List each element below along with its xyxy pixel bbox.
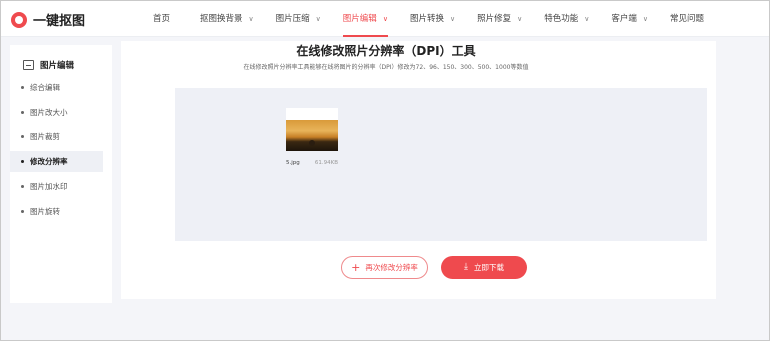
logo-icon <box>11 11 27 28</box>
file-card[interactable]: 5.jpg 61.94KB <box>286 108 338 166</box>
nav-item-compress[interactable]: 图片压缩 ∨ <box>276 1 321 37</box>
bullet-dot <box>21 111 24 114</box>
download-button[interactable]: ⤓ 立即下载 <box>441 256 527 279</box>
download-icon: ⤓ <box>464 262 468 272</box>
image-thumbnail <box>286 108 338 151</box>
chevron-down-icon: ∨ <box>584 15 590 23</box>
chevron-down-icon: ∨ <box>642 15 648 23</box>
nav-item-features[interactable]: 特色功能 ∨ <box>544 1 589 37</box>
sidebar-item-change-resolution[interactable]: 修改分辨率 <box>10 151 103 172</box>
sidebar-item-resize[interactable]: 图片改大小 <box>10 102 103 123</box>
file-size: 61.94KB <box>314 160 338 166</box>
sidebar-item-crop[interactable]: 图片裁剪 <box>10 126 103 147</box>
top-navigation-bar: 一键抠图 首页 抠图换背景 ∨ 图片压缩 ∨ 图片编辑 ∨ 图片转换 ∨ 照片修… <box>1 1 769 37</box>
logo[interactable]: 一键抠图 <box>11 10 85 29</box>
sidebar-item-general-edit[interactable]: 综合编辑 <box>10 77 103 98</box>
nav-label: 图片编辑 <box>342 14 377 24</box>
bullet-dot <box>21 210 24 213</box>
image-preview-area: 5.jpg 61.94KB <box>175 88 707 241</box>
sidebar-item-rotate[interactable]: 图片旋转 <box>10 201 103 222</box>
modify-again-label: 再次修改分辨率 <box>365 263 418 272</box>
nav-item-convert[interactable]: 图片转换 ∨ <box>410 1 455 37</box>
page-bottom <box>112 304 769 340</box>
chevron-down-icon: ∨ <box>248 15 254 23</box>
file-name: 5.jpg <box>286 160 300 166</box>
nav-label: 抠图换背景 <box>200 14 243 24</box>
page-title: 在线修改照片分辨率（DPI）工具 <box>296 44 476 58</box>
chevron-down-icon: ∨ <box>315 15 321 23</box>
sidebar-item-label: 图片裁剪 <box>30 132 60 141</box>
modify-again-button[interactable]: + 再次修改分辨率 <box>341 256 428 279</box>
nav-item-photo-repair[interactable]: 照片修复 ∨ <box>477 1 522 37</box>
nav-item-client[interactable]: 客户端 ∨ <box>611 1 648 37</box>
nav-item-faq[interactable]: 常见问题 <box>670 1 704 37</box>
sunset-thumbnail-image <box>286 120 338 151</box>
nav-label: 首页 <box>153 14 171 24</box>
sidebar-item-label: 图片改大小 <box>30 108 68 117</box>
chevron-down-icon: ∨ <box>382 15 388 23</box>
sidebar-item-label: 综合编辑 <box>30 83 60 92</box>
nav-label: 客户端 <box>611 14 637 24</box>
bullet-dot <box>21 160 24 163</box>
nav-item-home[interactable]: 首页 <box>153 1 170 37</box>
sidebar-item-label: 图片旋转 <box>30 207 60 216</box>
download-label: 立即下载 <box>473 263 504 272</box>
nav-label: 常见问题 <box>670 14 705 24</box>
chevron-down-icon: ∨ <box>517 15 523 23</box>
nav-label: 图片转换 <box>409 14 444 24</box>
file-meta: 5.jpg 61.94KB <box>286 160 338 166</box>
plus-icon: + <box>351 261 361 274</box>
sidebar-item-watermark[interactable]: 图片加水印 <box>10 176 103 197</box>
chevron-down-icon: ∨ <box>449 15 456 23</box>
nav-label: 特色功能 <box>544 14 579 24</box>
bullet-dot <box>21 86 24 89</box>
main-nav: 首页 抠图换背景 ∨ 图片压缩 ∨ 图片编辑 ∨ 图片转换 ∨ 照片修复 ∨ 特… <box>141 1 704 37</box>
nav-item-cutout-background[interactable]: 抠图换背景 ∨ <box>200 1 254 37</box>
nav-label: 照片修复 <box>477 14 512 24</box>
page-subtitle: 在线修改照片分辨率工具能够在线将图片的分辨率（DPI）修改为72、96、150、… <box>243 64 529 71</box>
logo-text: 一键抠图 <box>33 14 86 29</box>
bullet-dot <box>21 135 24 138</box>
nav-label: 图片压缩 <box>275 14 310 24</box>
bullet-dot <box>21 185 24 188</box>
nav-item-edit[interactable]: 图片编辑 ∨ <box>342 1 389 37</box>
tree-silhouette <box>309 140 315 146</box>
sidebar-item-label: 图片加水印 <box>30 182 68 191</box>
sidebar-item-label: 修改分辨率 <box>30 157 68 166</box>
